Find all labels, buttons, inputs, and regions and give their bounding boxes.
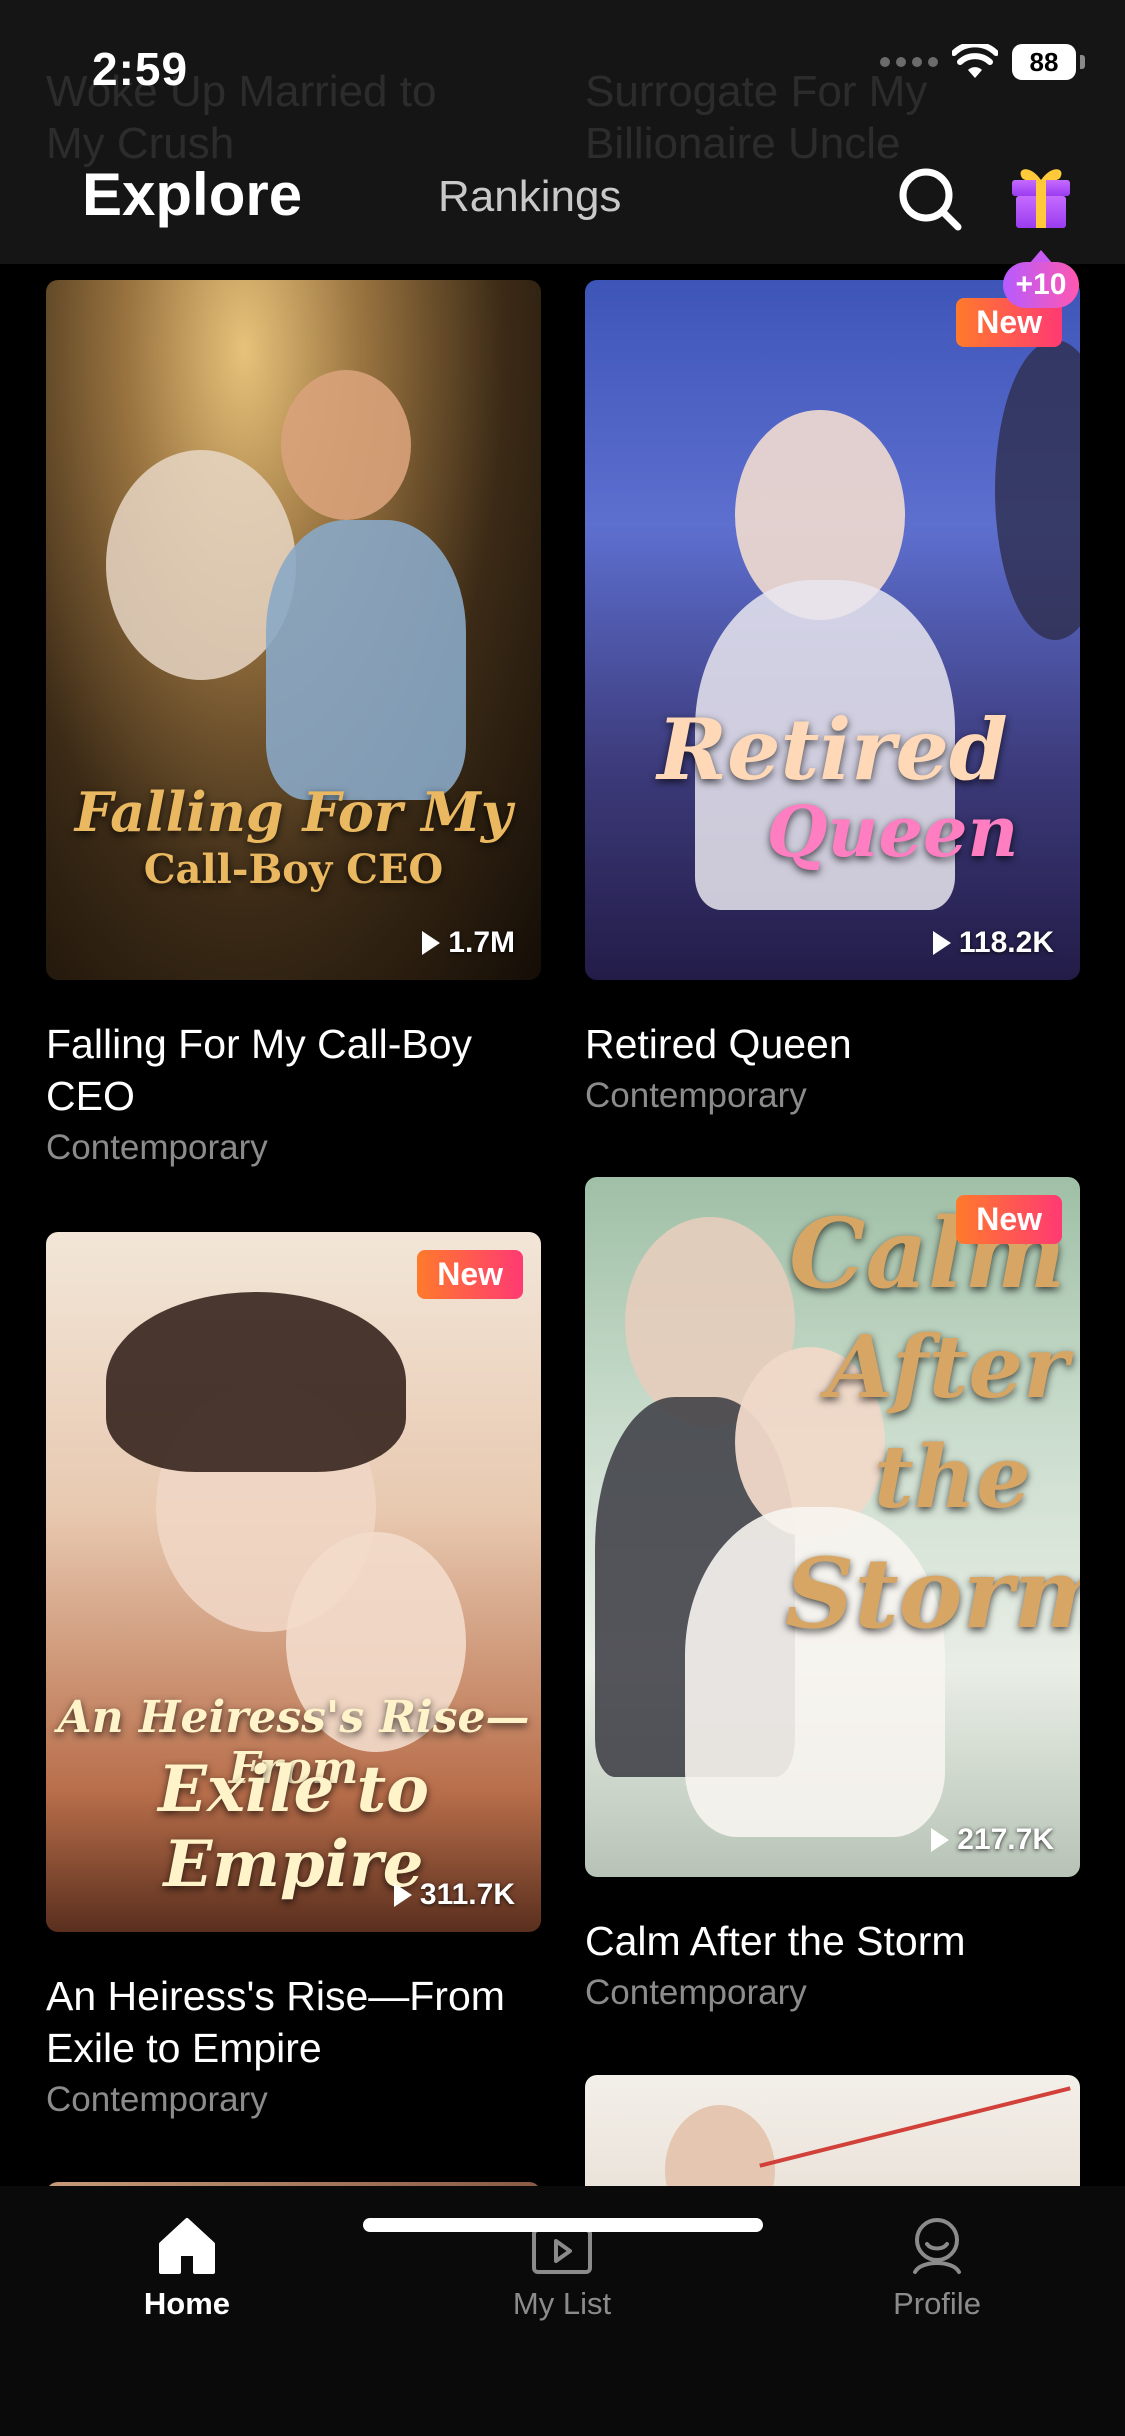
card-title[interactable]: An Heiress's Rise—From Exile to Empire — [46, 1970, 541, 2074]
drama-poster[interactable]: An Heiress's Rise—From Exile to Empire N… — [46, 1232, 541, 1932]
play-icon — [931, 1828, 950, 1852]
nav-label: Profile — [893, 2286, 981, 2321]
card-title[interactable]: Falling For My Call-Boy CEO — [46, 1018, 541, 1122]
card-genre: Contemporary — [585, 1973, 807, 2012]
poster-decoration — [759, 2086, 1071, 2168]
poster-title-line: the — [874, 1427, 1031, 1528]
nav-label: Home — [143, 2286, 231, 2321]
poster-title-line: Retired — [657, 700, 1008, 799]
drama-card[interactable]: Retired Queen New 118.2K Retired Queen C… — [585, 280, 1080, 1116]
drama-poster[interactable]: Calm After the Storm New 217.7K — [585, 1177, 1080, 1877]
play-icon — [422, 931, 441, 955]
poster-title-line: Falling For My — [74, 780, 513, 844]
tab-explore[interactable]: Explore — [82, 160, 302, 229]
cellular-signal-icon — [880, 57, 938, 67]
card-genre: Contemporary — [46, 1128, 268, 1167]
wifi-icon — [952, 44, 998, 78]
poster-title-line: After — [826, 1317, 1069, 1418]
gift-reward-badge: +10 — [1003, 262, 1079, 308]
drama-card[interactable]: An Heiress's Rise—From Exile to Empire N… — [46, 1232, 541, 2120]
play-icon — [393, 1883, 412, 1907]
status-indicators: 88 — [880, 44, 1085, 80]
nav-profile[interactable]: Profile — [837, 2216, 1037, 2322]
new-badge: New — [417, 1250, 523, 1299]
gift-icon[interactable] — [1008, 160, 1074, 230]
view-count: 311.7K — [393, 1878, 515, 1912]
view-count-value: 118.2K — [958, 926, 1054, 959]
card-genre: Contemporary — [46, 2080, 268, 2119]
card-title[interactable]: Calm After the Storm — [585, 1915, 1080, 1967]
view-count-value: 1.7M — [448, 926, 515, 959]
poster-title-line: Call-Boy CEO — [143, 846, 444, 893]
view-count-value: 217.7K — [957, 1823, 1054, 1856]
view-count: 217.7K — [931, 1823, 1054, 1857]
drama-card[interactable]: Falling For My Call-Boy CEO 1.7M Falling… — [46, 280, 541, 1168]
home-indicator[interactable] — [363, 2218, 763, 2232]
app-root: Woke Up Married to My Crush Surrogate Fo… — [0, 0, 1125, 2436]
battery-cap — [1080, 55, 1085, 69]
play-icon — [932, 931, 951, 955]
view-count: 1.7M — [422, 926, 515, 960]
drama-card[interactable]: Calm After the Storm New 217.7K Calm Aft… — [585, 1177, 1080, 2013]
search-icon[interactable] — [895, 164, 965, 234]
view-count: 118.2K — [932, 926, 1054, 960]
card-genre: Contemporary — [585, 1076, 807, 1115]
nav-label: My List — [512, 2286, 612, 2321]
poster-figure — [266, 520, 466, 800]
battery-icon: 88 — [1012, 44, 1076, 80]
scrolled-title-ghost: Surrogate For My Billionaire Uncle — [585, 67, 928, 168]
poster-title-line: Queen — [766, 790, 1019, 873]
poster-figure — [106, 1292, 406, 1472]
view-count-value: 311.7K — [419, 1878, 515, 1911]
home-icon — [159, 2218, 215, 2274]
tab-rankings[interactable]: Rankings — [438, 172, 621, 222]
top-header: Woke Up Married to My Crush Surrogate Fo… — [0, 0, 1125, 264]
nav-home[interactable]: Home — [87, 2216, 287, 2322]
poster-figure — [995, 340, 1080, 640]
new-badge: New — [956, 1195, 1062, 1244]
card-title[interactable]: Retired Queen — [585, 1018, 1080, 1070]
status-time: 2:59 — [92, 43, 189, 95]
poster-title-line: Storm — [785, 1537, 1080, 1650]
poster-figure — [281, 370, 411, 520]
drama-poster[interactable]: Retired Queen New 118.2K — [585, 280, 1080, 980]
drama-poster[interactable]: Falling For My Call-Boy CEO 1.7M — [46, 280, 541, 980]
profile-icon — [913, 2218, 961, 2274]
